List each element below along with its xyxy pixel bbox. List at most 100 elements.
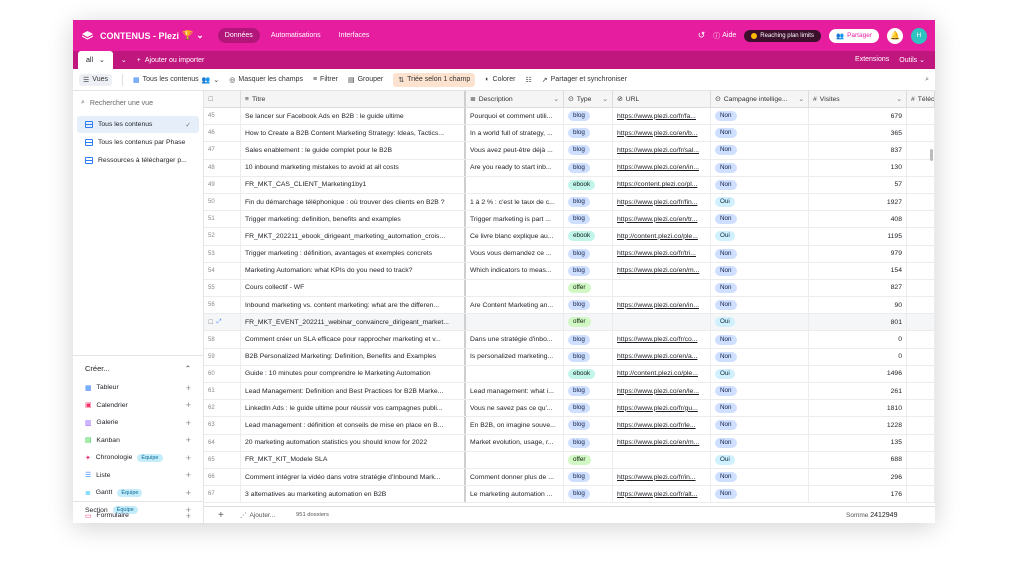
description-cell[interactable]: Vous ne savez pas ce qu'... <box>466 400 564 417</box>
row-number-cell[interactable]: 62 <box>204 400 241 417</box>
url-link[interactable]: https://www.plezi.co/fr/fa... <box>617 113 696 120</box>
type-cell[interactable]: blog <box>564 108 613 125</box>
url-link[interactable]: https://www.plezi.co/fr/gu... <box>617 405 698 412</box>
search-icon[interactable]: ⌕ <box>925 76 929 84</box>
campagne-cell[interactable]: Oui <box>711 228 809 245</box>
table-row[interactable]: 59 B2B Personalized Marketing: Definition… <box>204 348 935 366</box>
chevron-down-icon[interactable]: ⌄ <box>798 95 804 103</box>
description-cell[interactable] <box>466 176 564 193</box>
row-number-cell[interactable]: 46 <box>204 125 241 142</box>
type-cell[interactable]: offer <box>564 314 613 331</box>
table-row[interactable]: 63 Lead management : définition et consei… <box>204 417 935 435</box>
visites-cell[interactable]: 1228 <box>809 417 907 434</box>
description-cell[interactable]: Comment donner plus de ... <box>466 468 564 486</box>
column-header-visites[interactable]: # Visites ⌄ <box>809 91 907 107</box>
description-cell[interactable] <box>466 451 564 468</box>
visites-cell[interactable]: 1927 <box>809 193 907 211</box>
titre-cell[interactable]: FR_MKT_CAS_CLIENT_Marketing1by1 <box>241 176 466 193</box>
titre-cell[interactable]: FR_MKT_202211_ebook_dirigeant_marketing_… <box>241 228 466 245</box>
create-form-view[interactable]: ▭ Formulaire + <box>73 507 203 523</box>
campagne-cell[interactable]: Oui <box>711 193 809 211</box>
url-cell[interactable] <box>613 279 711 297</box>
telechargements-cell[interactable] <box>907 297 935 314</box>
url-link[interactable]: http://content.plezi.co/ple... <box>617 233 698 240</box>
table-row[interactable]: 56 Inbound marketing vs. content marketin… <box>204 297 935 315</box>
url-cell[interactable]: https://www.plezi.co/en/tr... <box>613 211 711 228</box>
extensions-button[interactable]: Extensions <box>855 56 889 64</box>
url-link[interactable]: https://www.plezi.co/fr/in... <box>617 474 696 481</box>
url-link[interactable]: https://www.plezi.co/fr/le... <box>617 422 696 429</box>
visites-cell[interactable]: 365 <box>809 125 907 142</box>
visites-cell[interactable]: 57 <box>809 176 907 193</box>
row-number-cell[interactable]: 60 <box>204 365 241 382</box>
row-number-cell[interactable]: 58 <box>204 331 241 348</box>
campagne-cell[interactable]: Non <box>711 279 809 297</box>
view-search-input[interactable]: ⌕ Rechercher une vue <box>73 91 203 115</box>
url-link[interactable]: https://www.plezi.co/en/m... <box>617 439 699 446</box>
row-number-cell[interactable]: 66 <box>204 468 241 486</box>
chevron-down-icon[interactable]: ⌄ <box>602 95 608 103</box>
tables-dropdown-icon[interactable]: ⌄ <box>121 56 127 64</box>
create-timeline-view[interactable]: ✦ Chronologie Équipe + <box>73 449 203 467</box>
campagne-cell[interactable]: Non <box>711 417 809 434</box>
row-number-cell[interactable]: 50 <box>204 193 241 211</box>
hide-fields-button[interactable]: ◎ Masquer les champs <box>229 76 303 84</box>
telechargements-cell[interactable] <box>907 108 935 125</box>
visites-cell[interactable]: 679 <box>809 108 907 125</box>
chevron-down-icon[interactable]: ⌄ <box>553 95 559 103</box>
campagne-cell[interactable]: Non <box>711 245 809 262</box>
campagne-cell[interactable]: Oui <box>711 314 809 331</box>
add-record-button[interactable]: + <box>218 510 224 521</box>
url-cell[interactable]: https://www.plezi.co/en/m... <box>613 262 711 279</box>
url-link[interactable]: https://www.plezi.co/fr/sal... <box>617 147 699 154</box>
telechargements-cell[interactable] <box>907 365 935 382</box>
titre-cell[interactable]: Sales enablement : le guide complet pour… <box>241 142 466 159</box>
row-number-cell[interactable]: 61 <box>204 383 241 400</box>
row-number-cell[interactable]: 53 <box>204 245 241 262</box>
campagne-cell[interactable]: Oui <box>711 365 809 382</box>
titre-cell[interactable]: B2B Personalized Marketing: Definition, … <box>241 348 466 365</box>
type-cell[interactable]: blog <box>564 331 613 348</box>
column-header-titre[interactable]: ≡ Titre <box>241 91 466 107</box>
checkbox-icon[interactable]: ☐ <box>208 319 213 326</box>
campagne-cell[interactable]: Oui <box>711 451 809 468</box>
type-cell[interactable]: ebook <box>564 365 613 382</box>
sidebar-view-by-phase[interactable]: Tous les contenus par Phase <box>77 134 199 151</box>
url-cell[interactable]: https://www.plezi.co/en/m... <box>613 434 711 451</box>
history-icon[interactable]: ↺ <box>698 30 706 41</box>
plan-limit-badge[interactable]: Reaching plan limits <box>744 29 821 42</box>
telechargements-cell[interactable] <box>907 228 935 245</box>
nav-interfaces[interactable]: Interfaces <box>332 28 377 43</box>
chevron-down-icon[interactable]: ⌄ <box>896 95 902 103</box>
create-calendar-view[interactable]: ▣ Calendrier + <box>73 397 203 415</box>
type-cell[interactable]: blog <box>564 193 613 211</box>
campagne-cell[interactable]: Non <box>711 142 809 159</box>
table-row[interactable]: 61 Lead Management: Definition and Best P… <box>204 383 935 401</box>
titre-cell[interactable]: Cours collectif - WF <box>241 279 466 297</box>
campagne-cell[interactable]: Non <box>711 468 809 486</box>
visites-cell[interactable]: 801 <box>809 314 907 331</box>
visites-cell[interactable]: 0 <box>809 331 907 348</box>
url-cell[interactable] <box>613 314 711 331</box>
url-cell[interactable]: https://content.plezi.co/pl... <box>613 176 711 193</box>
telechargements-cell[interactable] <box>907 468 935 486</box>
description-cell[interactable]: Dans une stratégie d'inbo... <box>466 331 564 348</box>
table-row[interactable]: 53 Trigger marketing : définition, avanta… <box>204 245 935 263</box>
row-height-button[interactable]: ☷ <box>525 76 531 84</box>
url-link[interactable]: https://www.plezi.co/fr/tri... <box>617 250 696 257</box>
url-link[interactable]: https://www.plezi.co/en/le... <box>617 388 699 395</box>
titre-cell[interactable]: Guide : 10 minutes pour comprendre le Ma… <box>241 365 466 382</box>
description-cell[interactable]: En B2B, on imagine souve... <box>466 417 564 434</box>
visites-cell[interactable]: 688 <box>809 451 907 468</box>
description-cell[interactable] <box>466 365 564 382</box>
sort-button[interactable]: ⇅ Triée selon 1 champ <box>393 72 476 87</box>
column-header-url[interactable]: ⊘ URL <box>613 91 711 107</box>
expand-icon[interactable]: ⤢ <box>217 319 222 326</box>
table-row[interactable]: 51 Trigger marketing: definition, benefit… <box>204 211 935 229</box>
url-link[interactable]: https://www.plezi.co/en/b... <box>617 130 697 137</box>
titre-cell[interactable]: LinkedIn Ads : le guide ultime pour réus… <box>241 400 466 417</box>
type-cell[interactable]: blog <box>564 262 613 279</box>
row-number-cell[interactable]: ☐ ⤢ <box>204 314 241 331</box>
type-cell[interactable]: blog <box>564 417 613 434</box>
create-header[interactable]: Créer... ⌃ <box>73 364 203 373</box>
